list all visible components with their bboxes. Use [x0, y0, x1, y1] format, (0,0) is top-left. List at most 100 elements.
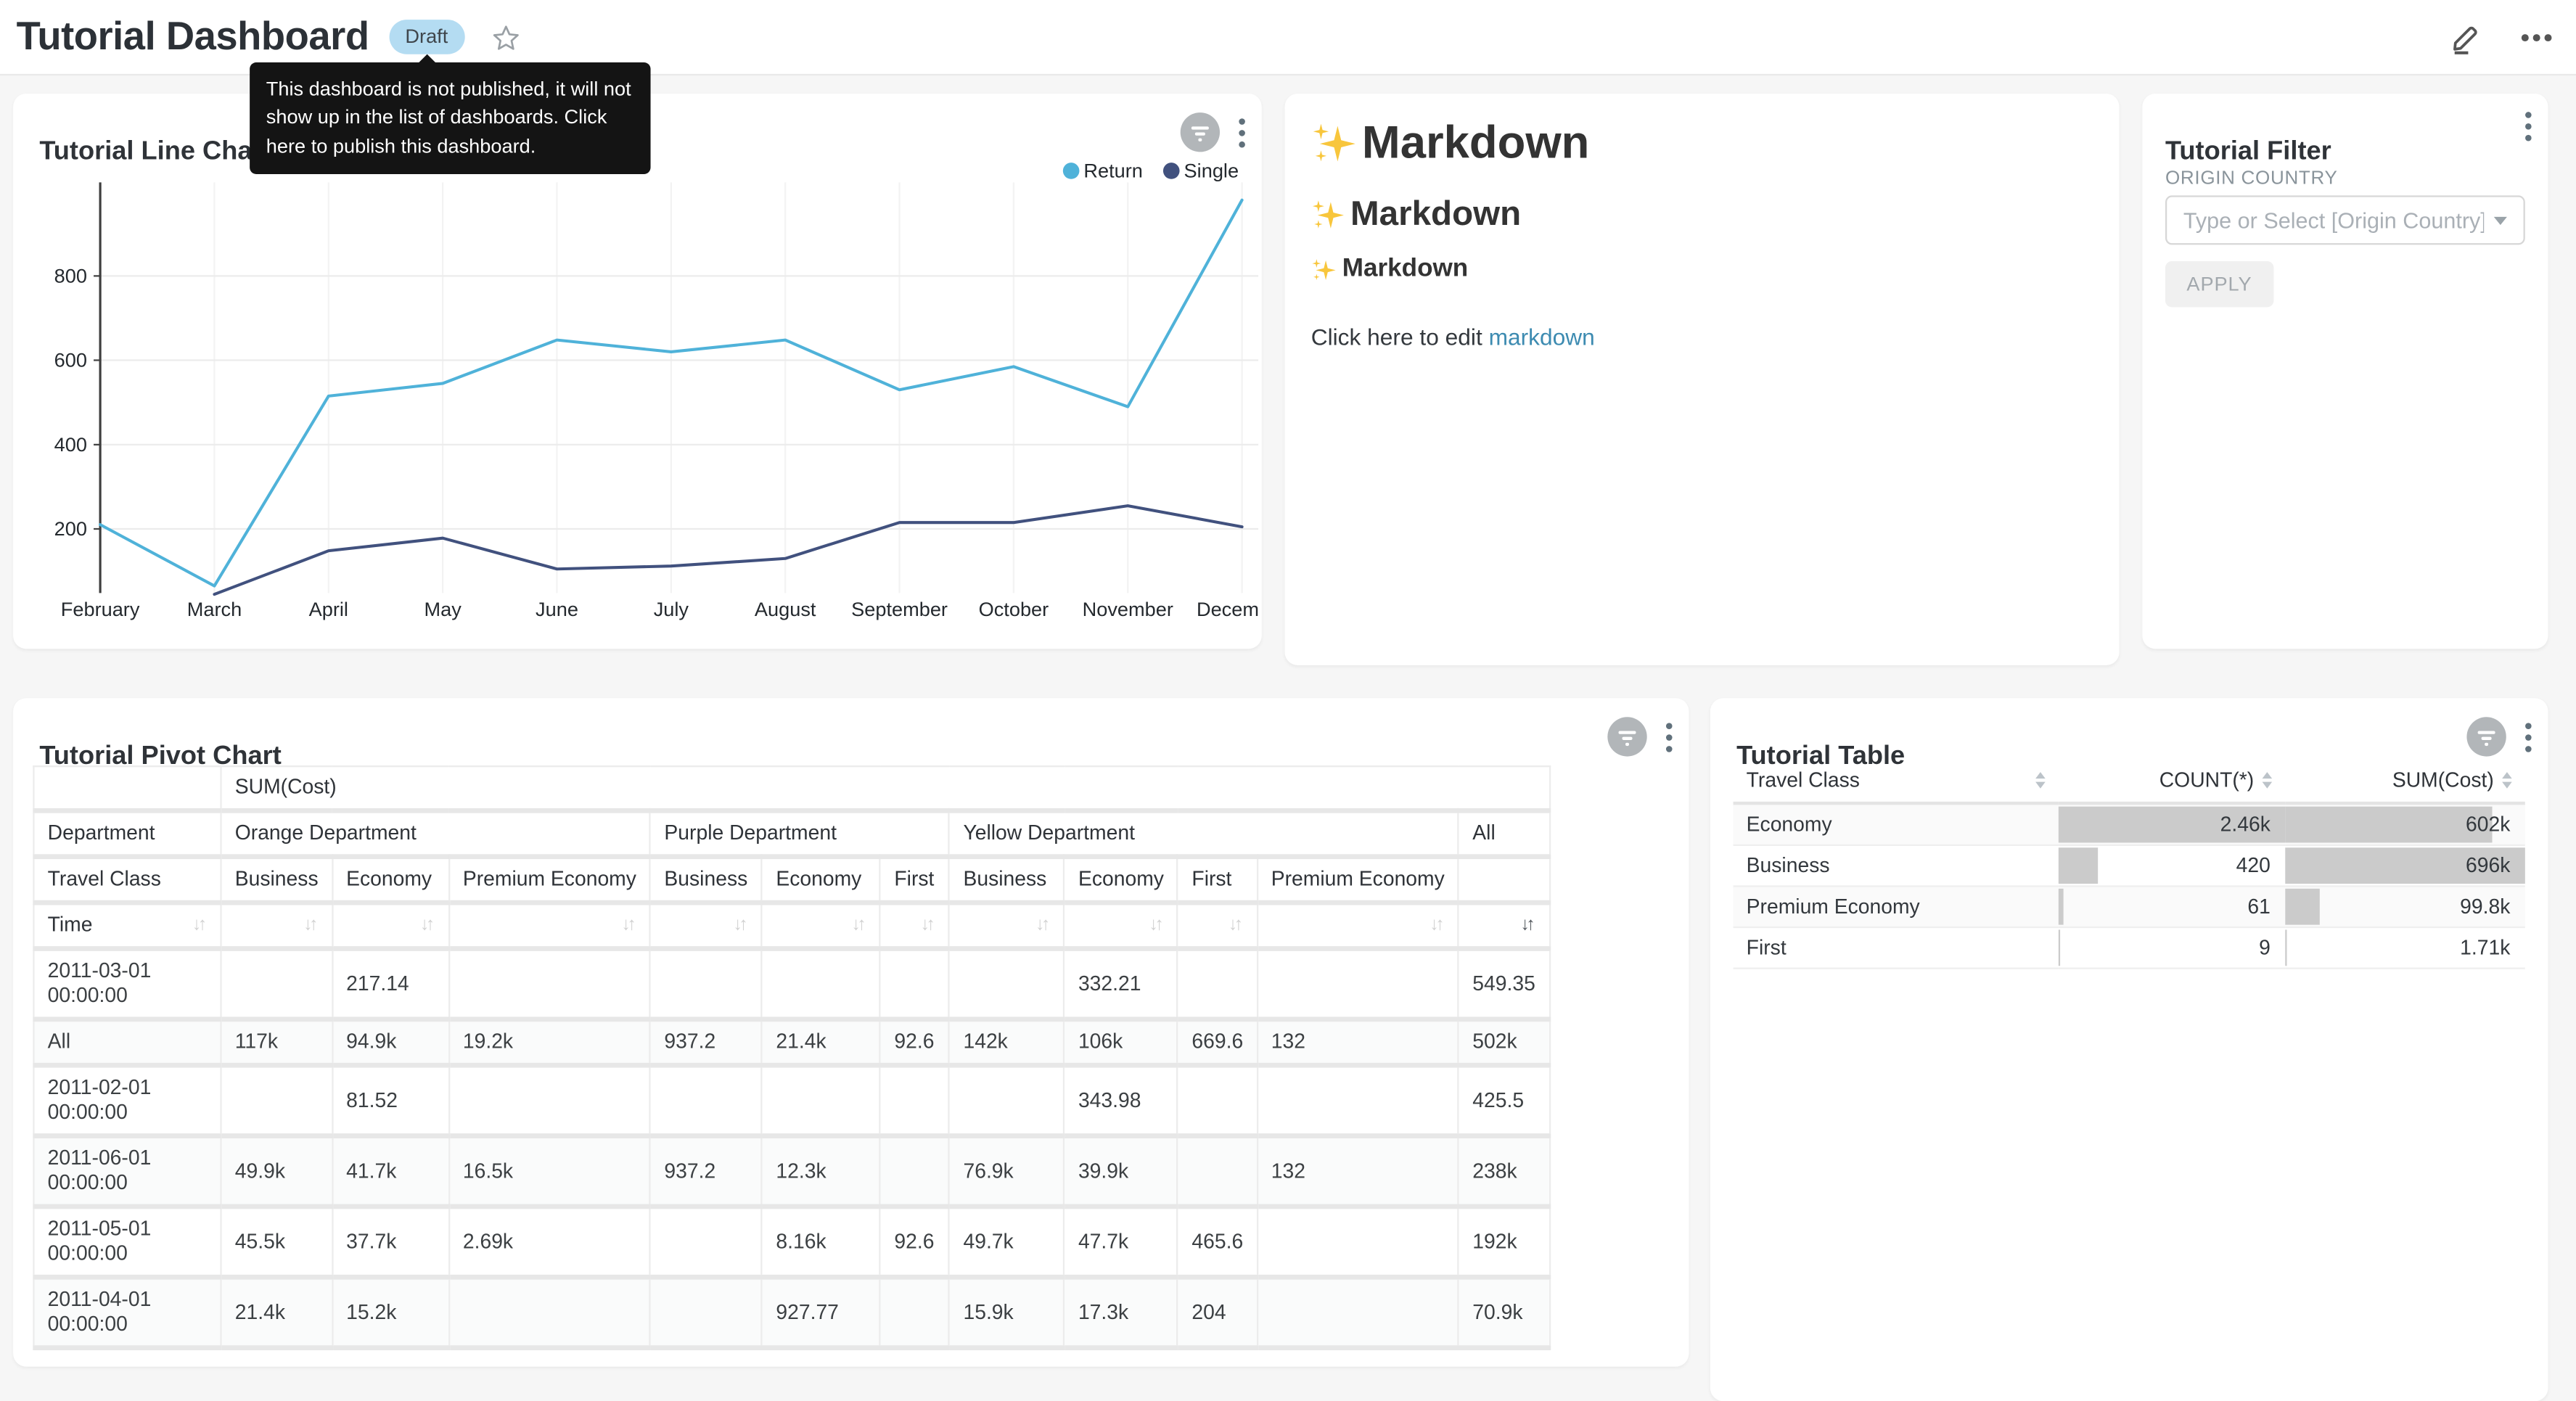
sort-icon[interactable]: ↓↑ — [1149, 913, 1164, 938]
svg-text:April: April — [309, 598, 348, 620]
pivot-value-cell — [449, 948, 651, 1019]
panel-kebab-icon[interactable] — [2525, 112, 2532, 141]
sort-icon[interactable]: ↓↑ — [420, 913, 435, 938]
column-header-count-[interactable]: COUNT(*) — [2059, 759, 2285, 803]
draft-badge[interactable]: Draft — [389, 20, 464, 54]
pivot-travel-class-label: Travel Class — [33, 857, 221, 903]
sort-icon[interactable]: ↓↑ — [852, 913, 866, 938]
apply-button[interactable]: APPLY — [2165, 261, 2273, 307]
svg-text:July: July — [654, 598, 689, 620]
column-header-label: COUNT(*) — [2159, 769, 2255, 792]
count-cell: 420 — [2059, 845, 2285, 887]
pivot-value-cell: 47.7k — [1065, 1207, 1178, 1277]
svg-text:November: November — [1083, 598, 1173, 620]
pivot-sort-cell: ↓↑ — [332, 903, 449, 948]
pivot-table: SUM(Cost)DepartmentOrange DepartmentPurp… — [33, 765, 1550, 1350]
sort-icon[interactable]: ↓↑ — [1429, 913, 1444, 938]
pivot-value-cell: 16.5k — [449, 1136, 651, 1207]
pivot-value-cell: 937.2 — [650, 1019, 762, 1065]
edit-markdown-link[interactable]: markdown — [1489, 324, 1595, 350]
legend-item-single[interactable]: Single — [1162, 160, 1239, 183]
panel-kebab-icon[interactable] — [1666, 722, 1673, 752]
cell-value: 420 — [2236, 846, 2271, 885]
pivot-value-cell — [1178, 1065, 1257, 1135]
column-header-sum-cost-[interactable]: SUM(Cost) — [2285, 759, 2525, 803]
markdown-h2-text: Markdown — [1350, 195, 1521, 234]
pivot-data-row: All117k94.9k19.2k937.221.4k92.6142k106k6… — [33, 1019, 1549, 1065]
cell-value: 9 — [2259, 928, 2271, 967]
sort-icon[interactable]: ↓↑ — [1035, 913, 1050, 938]
pivot-value-cell: 192k — [1459, 1207, 1549, 1277]
pivot-value-cell: 92.6 — [880, 1207, 949, 1277]
pivot-sort-cell: ↓↑ — [650, 903, 762, 948]
pivot-travel-class-col: Economy — [332, 857, 449, 903]
pivot-value-cell — [1178, 1136, 1257, 1207]
column-header-travel-class[interactable]: Travel Class — [1734, 759, 2059, 803]
select-placeholder: Type or Select [Origin Country] — [2183, 208, 2484, 232]
markdown-paragraph: Click here to edit markdown — [1311, 324, 2093, 350]
svg-text:August: August — [755, 598, 816, 620]
pivot-row-time: 2011-03-0100:00:00 — [33, 948, 221, 1019]
markdown-h3-text: Markdown — [1342, 255, 1469, 284]
svg-text:800: 800 — [54, 264, 87, 287]
pivot-department-label: Department — [33, 810, 221, 856]
filter-badge-icon[interactable] — [1607, 716, 1648, 757]
pivot-sort-cell: ↓↑ — [1178, 903, 1257, 948]
pivot-value-cell — [449, 1065, 651, 1135]
pivot-value-cell: 204 — [1178, 1277, 1257, 1347]
pivot-value-cell: 217.14 — [332, 948, 449, 1019]
pivot-value-cell: 502k — [1459, 1019, 1549, 1065]
pivot-sort-row: ↓↑Time↓↑↓↑↓↑↓↑↓↑↓↑↓↑↓↑↓↑↓↑↓↑ — [33, 903, 1549, 948]
panel-kebab-icon[interactable] — [2525, 722, 2532, 752]
markdown-heading-3: Markdown — [1311, 255, 2093, 284]
origin-country-label: ORIGIN COUNTRY — [2165, 169, 2338, 189]
panel-kebab-icon[interactable] — [1239, 118, 1245, 147]
value-bar — [2059, 847, 2097, 884]
filter-badge-icon[interactable] — [2466, 716, 2507, 757]
pivot-value-cell — [880, 1277, 949, 1347]
line-chart-svg: 200400600800FebruaryMarchAprilMayJuneJul… — [13, 182, 1258, 625]
sort-caret-icon — [2263, 772, 2273, 789]
pivot-travel-class-col: First — [1178, 857, 1257, 903]
svg-text:200: 200 — [54, 517, 87, 540]
pivot-value-cell — [221, 948, 332, 1019]
pivot-value-cell — [650, 1277, 762, 1347]
more-menu-icon[interactable] — [2520, 32, 2553, 42]
sort-icon[interactable]: ↓↑ — [734, 913, 748, 938]
table-panel: Tutorial Table Travel ClassCOUNT(*)SUM(C… — [1710, 698, 2548, 1401]
favorite-star-icon[interactable] — [491, 22, 520, 52]
pivot-table-container: SUM(Cost)DepartmentOrange DepartmentPurp… — [33, 765, 1550, 1350]
sort-icon[interactable]: ↓↑ — [921, 913, 935, 938]
cell-value: 99.8k — [2460, 887, 2510, 927]
pivot-value-cell — [762, 948, 880, 1019]
sort-icon[interactable]: ↓↑ — [303, 913, 318, 938]
filter-badge-icon[interactable] — [1180, 112, 1221, 153]
pivot-value-cell — [880, 1065, 949, 1135]
pivot-department-row: DepartmentOrange DepartmentPurple Depart… — [33, 810, 1549, 856]
sort-icon[interactable]: ↓↑ — [1228, 913, 1243, 938]
pivot-travel-class-col: Business — [221, 857, 332, 903]
pivot-value-cell: 49.9k — [221, 1136, 332, 1207]
sort-icon[interactable]: ↓↑ — [192, 913, 207, 938]
edit-pencil-icon[interactable] — [2448, 19, 2484, 55]
sort-icon[interactable]: ↓↑ — [622, 913, 636, 938]
pivot-value-cell: 927.77 — [762, 1277, 880, 1347]
pivot-value-cell — [650, 1207, 762, 1277]
cell-value: 61 — [2247, 887, 2270, 927]
value-bar — [2285, 929, 2286, 966]
pivot-row-time: 2011-06-0100:00:00 — [33, 1136, 221, 1207]
pivot-travel-class-col: Economy — [1065, 857, 1178, 903]
sort-icon-active[interactable]: ↓↑ — [1520, 913, 1535, 938]
count-cell: 9 — [2059, 927, 2285, 969]
legend-item-return[interactable]: Return — [1062, 160, 1143, 183]
pivot-value-cell: 238k — [1459, 1136, 1549, 1207]
filter-panel-title: Tutorial Filter — [2165, 139, 2331, 168]
pivot-value-cell: 21.4k — [762, 1019, 880, 1065]
origin-country-select[interactable]: Type or Select [Origin Country] — [2165, 195, 2525, 245]
legend-label: Single — [1184, 160, 1239, 183]
pivot-value-cell: 937.2 — [650, 1136, 762, 1207]
pivot-value-cell: 41.7k — [332, 1136, 449, 1207]
svg-text:March: March — [187, 598, 242, 620]
pivot-value-cell: 142k — [949, 1019, 1064, 1065]
line-chart-title: Tutorial Line Chart — [39, 139, 271, 168]
